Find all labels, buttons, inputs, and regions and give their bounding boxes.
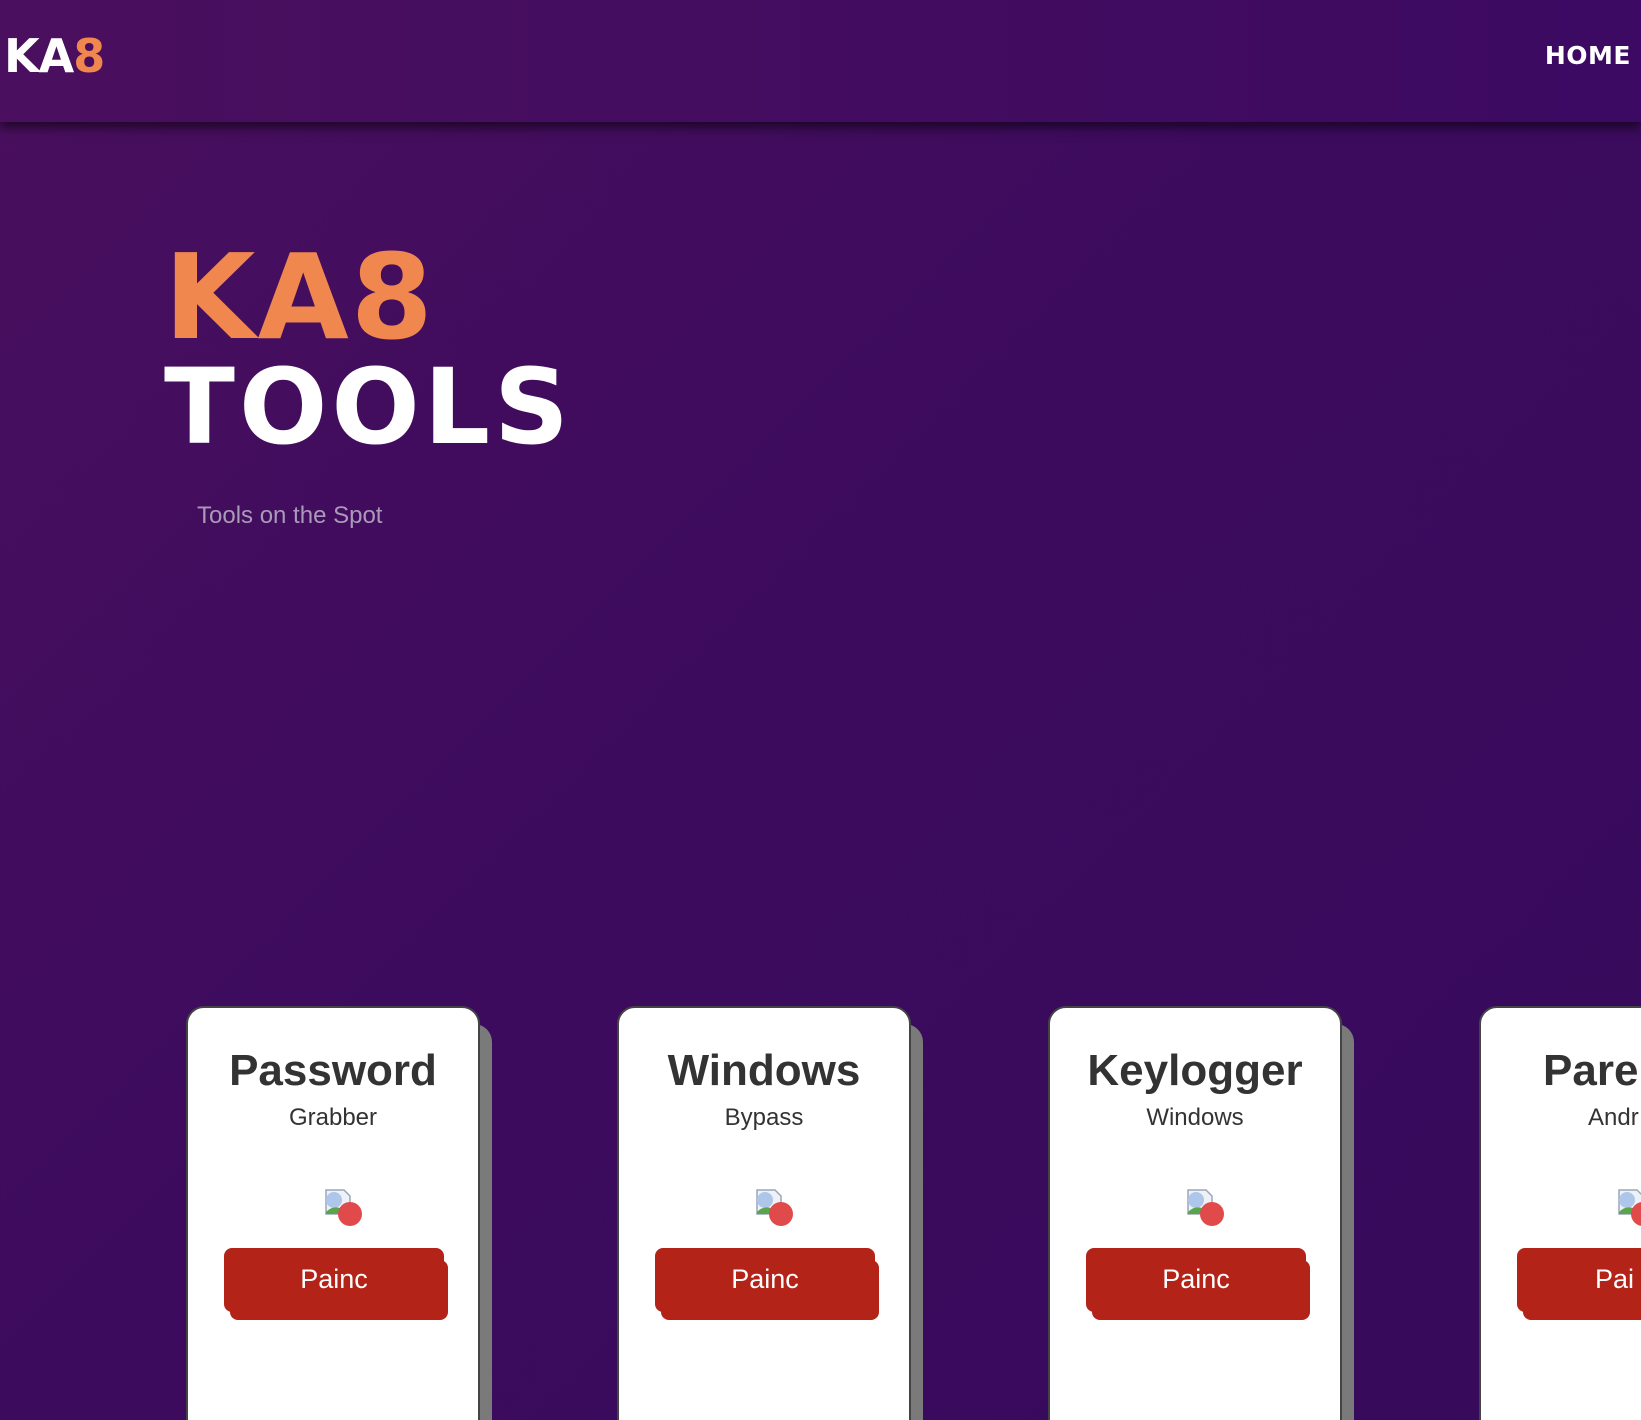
card-title: Windows (667, 1046, 861, 1095)
nav-home-link[interactable]: HOME (1545, 40, 1631, 72)
site-logo[interactable]: KA8 (4, 28, 105, 84)
card-title: Pare (1543, 1046, 1639, 1095)
logo-8-text: 8 (73, 29, 105, 83)
card-title: Password (229, 1046, 437, 1095)
card-body: Password Grabber Painc (186, 1006, 480, 1420)
card-body: Pare Andr Pai (1479, 1006, 1641, 1420)
hero-title-tools: TOOLS (164, 346, 573, 468)
card-subtitle: Andr (1588, 1104, 1639, 1131)
card-subtitle: Bypass (724, 1104, 804, 1131)
tool-card: Password Grabber Painc (186, 1006, 492, 1420)
logo-ka-text: KA (4, 29, 74, 83)
navbar: KA8 HOME (0, 0, 1641, 122)
painc-button[interactable]: Painc (1086, 1248, 1306, 1312)
broken-image-icon (756, 1189, 793, 1226)
card-title: Keylogger (1087, 1046, 1303, 1095)
broken-image-icon (1618, 1189, 1641, 1226)
tool-card: Windows Bypass Painc (617, 1006, 923, 1420)
card-body: Windows Bypass Painc (617, 1006, 911, 1420)
card-body: Keylogger Windows Painc (1048, 1006, 1342, 1420)
broken-image-icon (1187, 1189, 1224, 1226)
hero-title-ka8: KA8 (164, 228, 435, 366)
hero-subtitle: Tools on the Spot (197, 502, 383, 529)
tool-card: Keylogger Windows Painc (1048, 1006, 1354, 1420)
broken-image-icon (325, 1189, 362, 1226)
card-subtitle: Windows (1146, 1104, 1244, 1131)
card-subtitle: Grabber (288, 1104, 378, 1131)
painc-button[interactable]: Pai (1517, 1248, 1641, 1312)
painc-button[interactable]: Painc (224, 1248, 444, 1312)
painc-button[interactable]: Painc (655, 1248, 875, 1312)
tool-card: Pare Andr Pai (1479, 1006, 1641, 1420)
